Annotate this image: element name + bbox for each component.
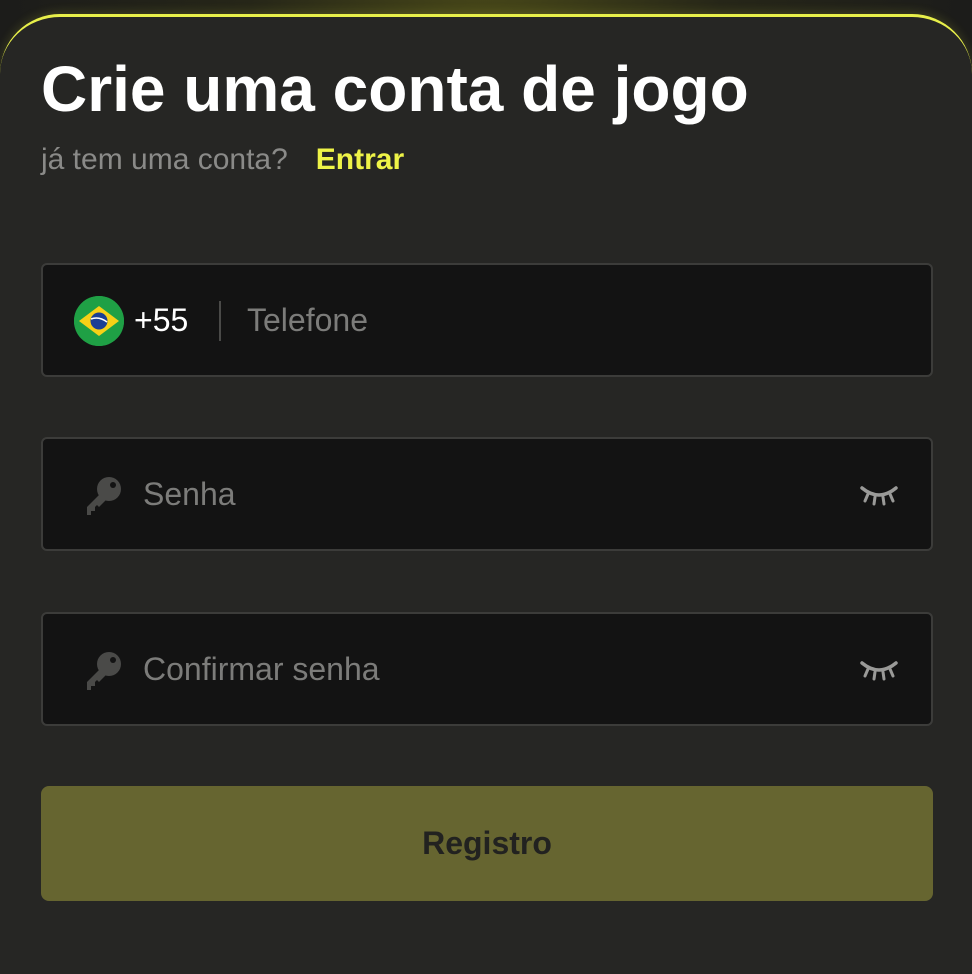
login-prompt-text: já tem uma conta? (41, 143, 288, 176)
brazil-flag-icon[interactable] (74, 296, 124, 346)
phone-field[interactable]: +55 (41, 263, 933, 377)
login-link[interactable]: Entrar (316, 143, 404, 176)
phone-divider (219, 301, 221, 341)
eye-closed-icon[interactable] (859, 655, 899, 685)
phone-input[interactable] (247, 290, 907, 350)
country-dial-code[interactable]: +55 (134, 302, 188, 339)
password-field[interactable] (41, 437, 933, 551)
key-icon (87, 477, 121, 515)
key-icon (87, 652, 121, 690)
register-button[interactable]: Registro (41, 786, 933, 901)
page-title: Crie uma conta de jogo (41, 53, 749, 125)
password-input[interactable] (143, 464, 843, 524)
eye-closed-icon[interactable] (859, 480, 899, 510)
login-prompt: já tem uma conta? Entrar (41, 143, 404, 177)
confirm-password-input[interactable] (143, 639, 843, 699)
confirm-password-field[interactable] (41, 612, 933, 726)
